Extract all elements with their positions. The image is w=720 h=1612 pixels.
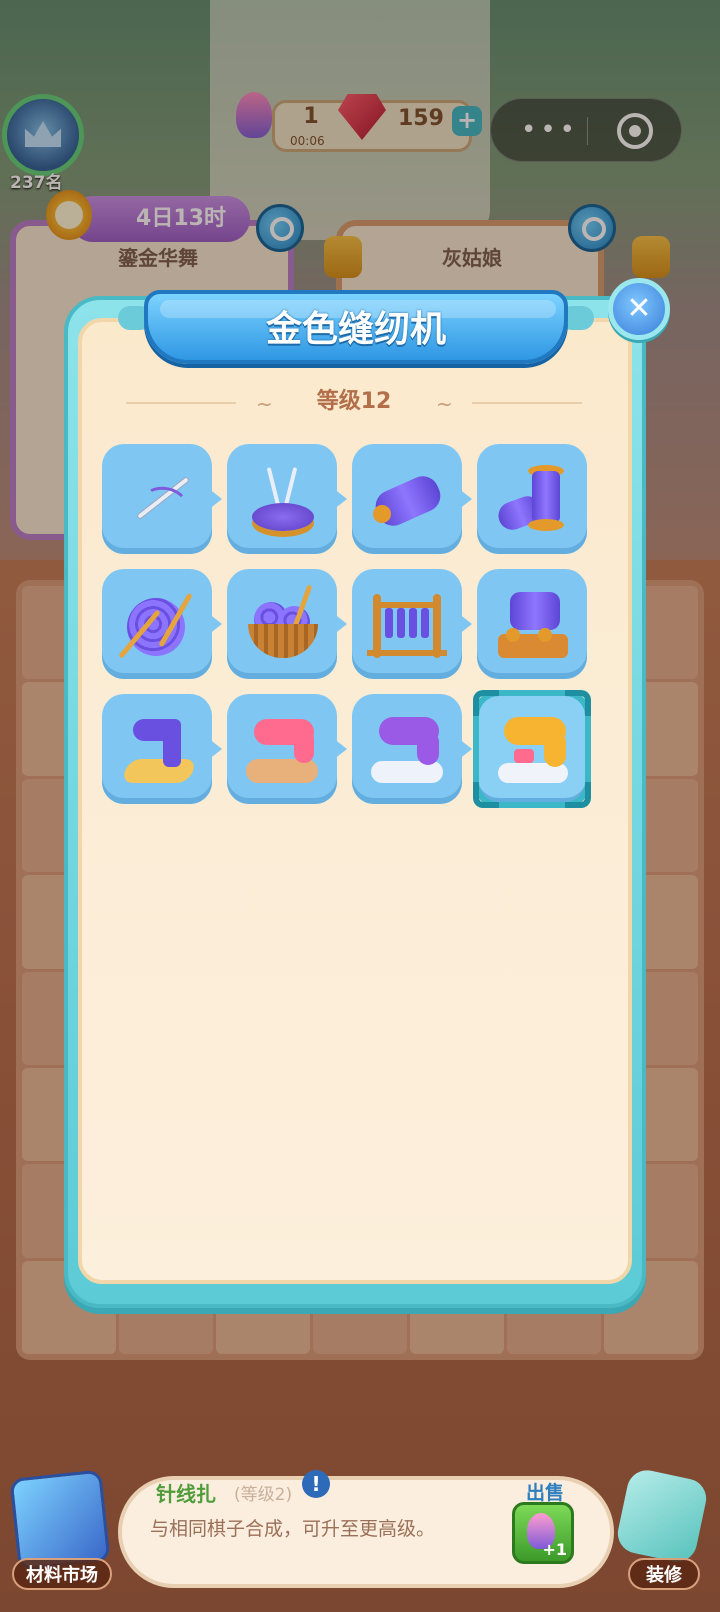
purple-sewing-machine-icon: [367, 709, 447, 789]
item-tile[interactable]: [477, 444, 587, 554]
needle-thread-icon: [117, 459, 197, 539]
item-tile[interactable]: [227, 444, 347, 554]
item-tile[interactable]: [102, 444, 222, 554]
yarn-ball-icon: [117, 584, 197, 664]
decorate-button[interactable]: 装修: [628, 1558, 700, 1590]
item-tile[interactable]: [352, 569, 472, 679]
golden-sewing-machine-icon: [492, 709, 572, 789]
info-icon[interactable]: !: [302, 1470, 330, 1498]
modal-title: 金色缝纫机: [265, 309, 446, 350]
pin-cushion-icon: [242, 459, 322, 539]
close-icon: ✕: [626, 291, 652, 326]
spool-winder-icon: [492, 584, 572, 664]
item-tile[interactable]: [352, 694, 472, 804]
item-level: (等级2): [234, 1485, 293, 1505]
yarn-basket-icon: [242, 584, 322, 664]
sell-button[interactable]: +1: [512, 1502, 574, 1564]
thread-rack-icon: [367, 584, 447, 664]
item-name: 针线扎: [156, 1482, 216, 1506]
pink-sewing-machine-icon: [242, 709, 322, 789]
item-tile[interactable]: [102, 694, 222, 804]
material-market-button[interactable]: 材料市场: [12, 1558, 112, 1590]
thread-spool-icon: [367, 459, 447, 539]
item-description: 与相同棋子合成，可升至更高级。: [150, 1518, 436, 1540]
treadle-sewing-machine-icon: [117, 709, 198, 789]
swirl-ornament-icon: ~: [436, 392, 453, 416]
level-header: ~ 等级12 ~: [120, 382, 588, 422]
item-tile[interactable]: [102, 569, 222, 679]
item-tile[interactable]: [227, 569, 347, 679]
item-tile[interactable]: [477, 569, 587, 679]
sell-label: 出售: [526, 1482, 565, 1504]
item-tile-selected[interactable]: [473, 690, 591, 808]
material-market-icon[interactable]: [9, 1469, 111, 1571]
close-button[interactable]: ✕: [608, 278, 670, 340]
item-tile[interactable]: [227, 694, 347, 804]
item-tile[interactable]: [352, 444, 472, 554]
divider: [472, 402, 582, 404]
sell-reward: +1: [542, 1540, 567, 1559]
item-chain-grid: [102, 444, 602, 814]
double-spool-icon: [492, 459, 572, 539]
